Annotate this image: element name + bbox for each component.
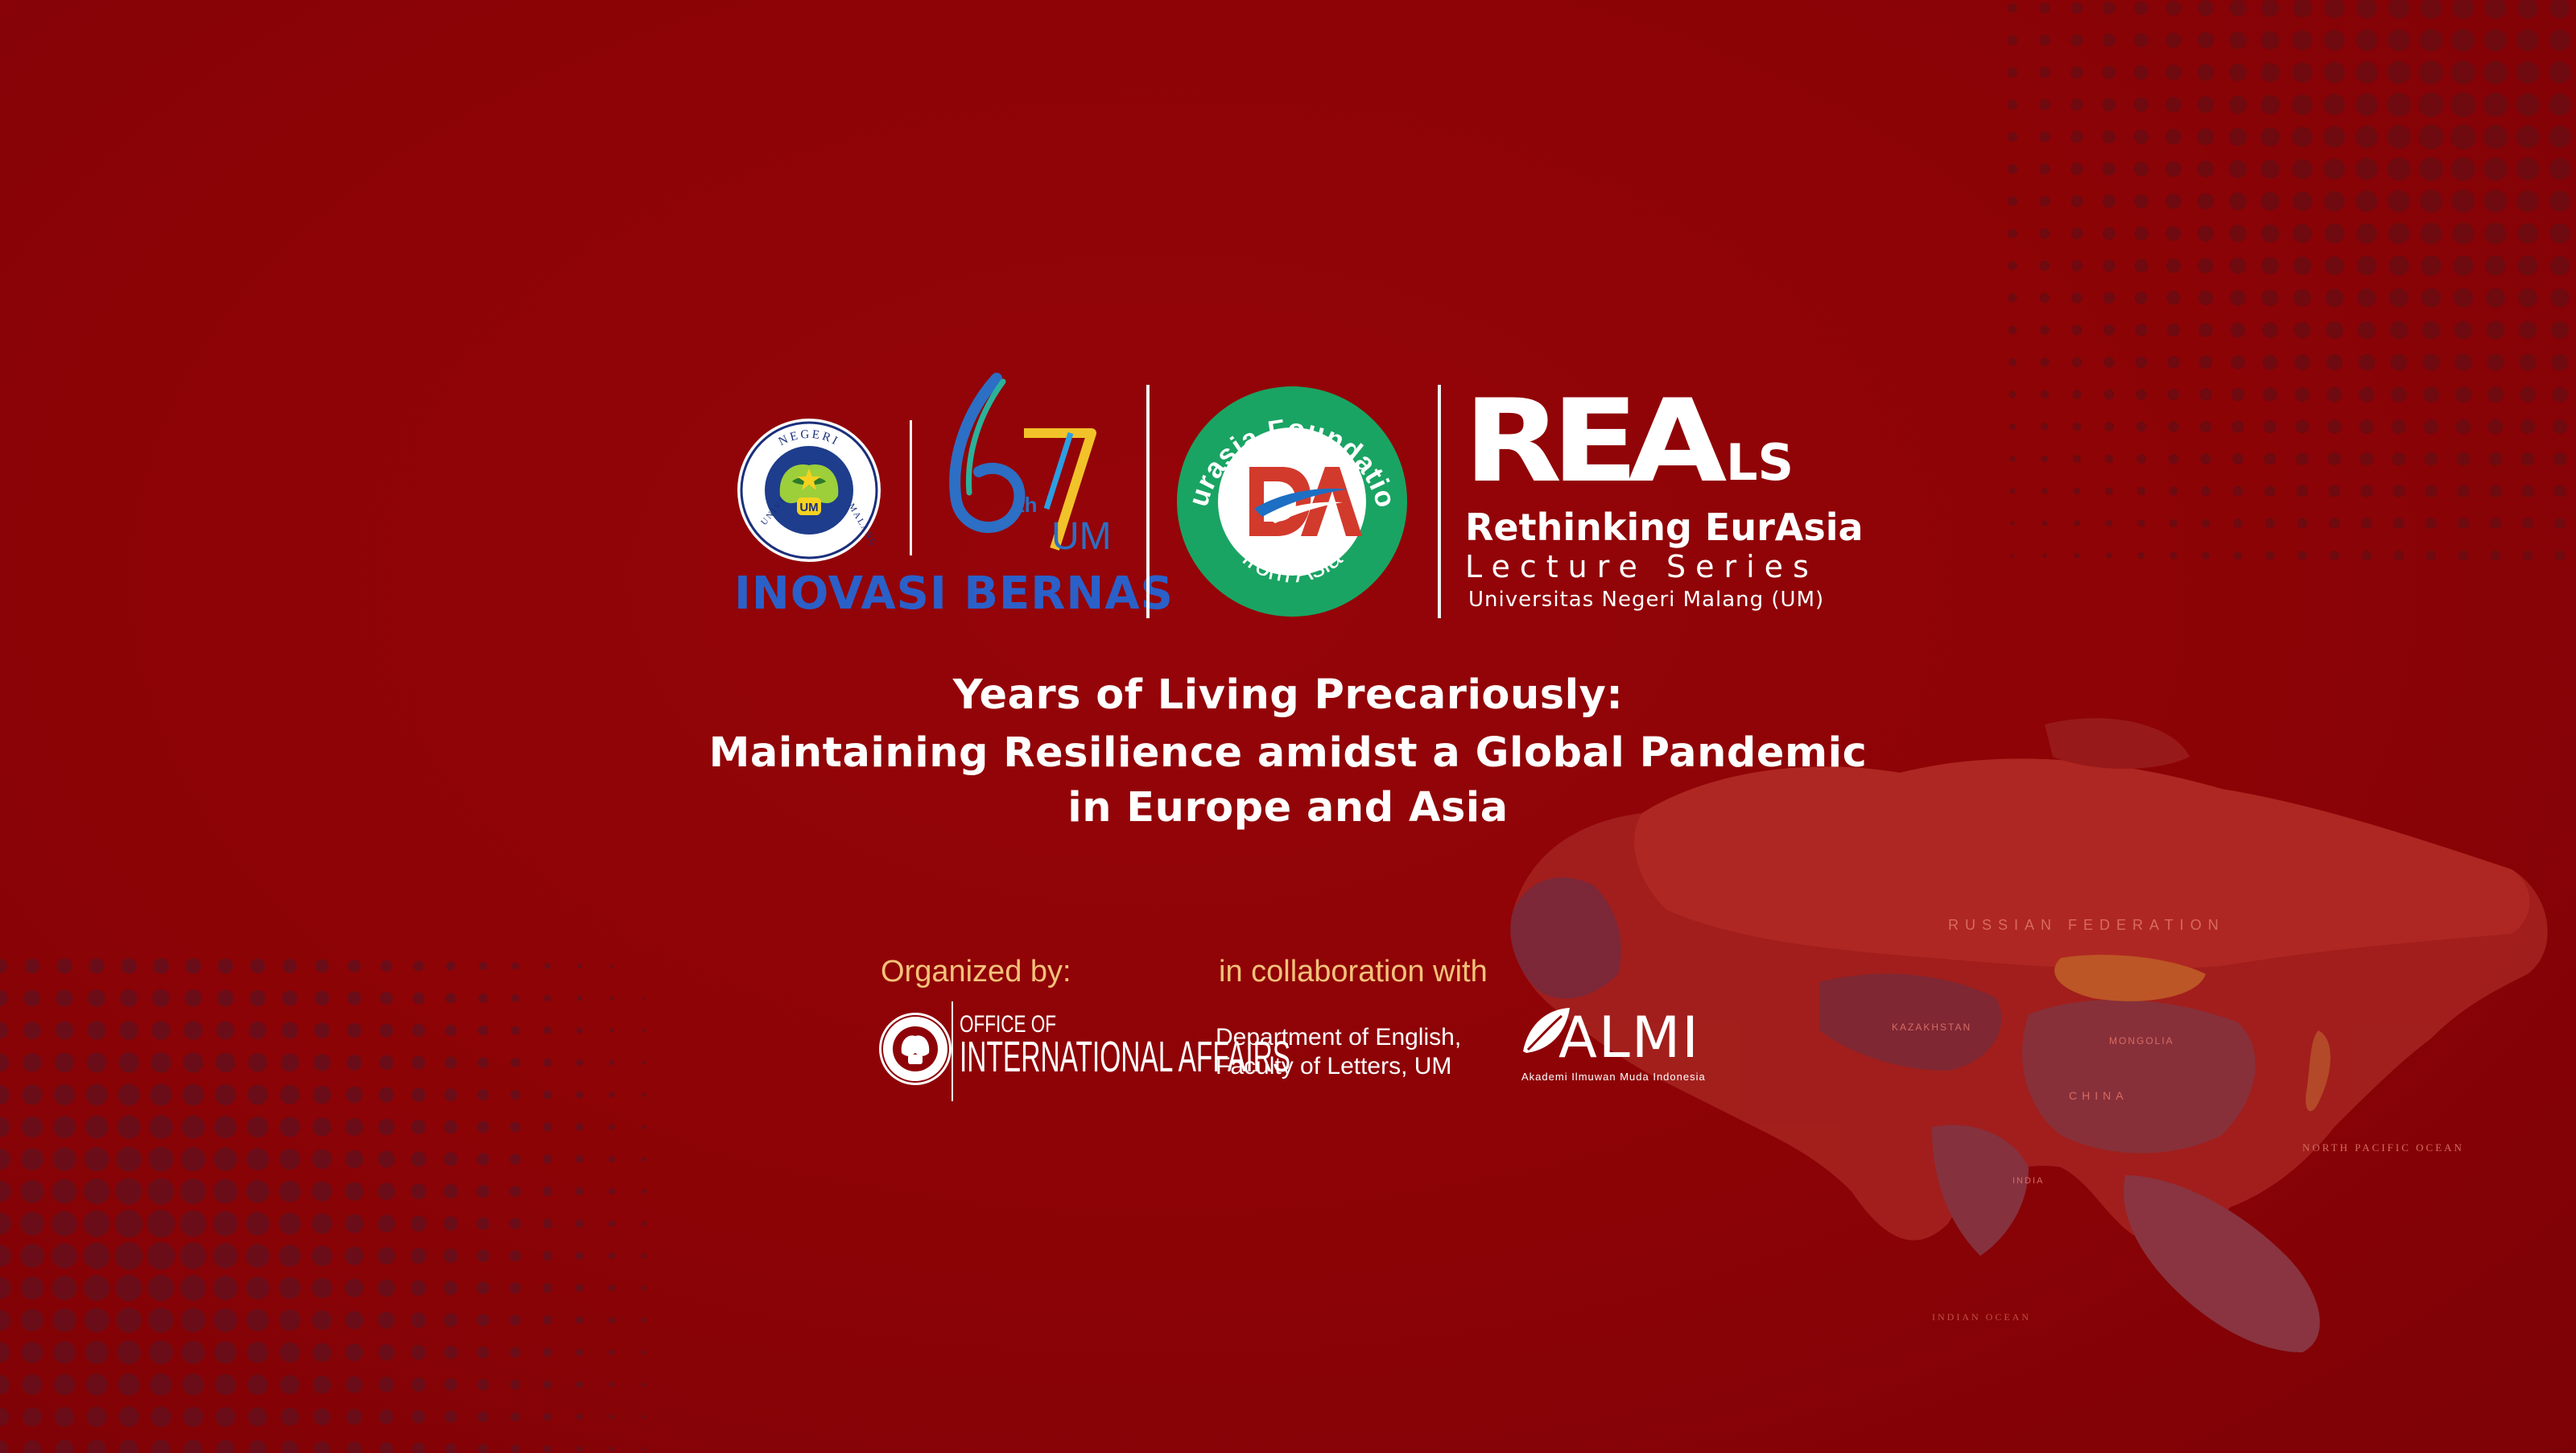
dept-line2: Faculty of Letters, UM bbox=[1216, 1053, 1452, 1079]
title-line-1: Years of Living Precariously: bbox=[952, 671, 1624, 719]
map-label-india: INDIA bbox=[2013, 1176, 2044, 1186]
map-label-mongolia: MONGOLIA bbox=[2109, 1035, 2174, 1046]
eurasia-map: RUSSIAN FEDERATION KAZAKHSTAN MONGOLIA C… bbox=[1510, 718, 2548, 1352]
reals-logo: REA LS Rethinking EurAsia Lecture Series… bbox=[1463, 375, 1864, 621]
map-label-pacific: NORTH PACIFIC OCEAN bbox=[2302, 1141, 2464, 1154]
reals-line2: Lecture Series bbox=[1465, 549, 1818, 584]
map-label-indian-ocean: INDIAN OCEAN bbox=[1932, 1311, 2031, 1323]
inovasi-bernas-text: INOVASI BERNAS bbox=[734, 568, 1174, 620]
um-seal-logo: NEGERI UNIVERSITAS MALANG UM bbox=[737, 419, 881, 562]
anniversary-67-logo: th UM bbox=[949, 373, 1112, 557]
dept-line1: Department of English, bbox=[1216, 1024, 1462, 1051]
map-label-kazakhstan: KAZAKHSTAN bbox=[1892, 1022, 1971, 1033]
reals-line3: Universitas Negeri Malang (UM) bbox=[1468, 588, 1825, 612]
map-label-russia: RUSSIAN FEDERATION bbox=[1948, 917, 2225, 933]
eurasia-foundation-logo: Eurasia Foundation from Asia bbox=[1175, 385, 1407, 617]
collaboration-label: in collaboration with bbox=[1219, 955, 1488, 989]
separator-3 bbox=[1438, 385, 1441, 618]
separator-2 bbox=[1146, 385, 1150, 618]
almi-wordmark: ALMI bbox=[1558, 1005, 1700, 1071]
reals-line1: Rethinking EurAsia bbox=[1465, 506, 1864, 549]
seal-center-um: UM bbox=[799, 501, 818, 514]
anniversary-suffix: th bbox=[1018, 493, 1038, 517]
title-line-2: Maintaining Resilience amidst a Global P… bbox=[708, 729, 1868, 777]
organized-by-label: Organized by: bbox=[881, 955, 1071, 989]
poster-canvas: RUSSIAN FEDERATION KAZAKHSTAN MONGOLIA C… bbox=[0, 0, 2576, 1453]
oia-separator bbox=[952, 1001, 953, 1101]
map-label-china: CHINA bbox=[2069, 1089, 2128, 1102]
anniversary-um: UM bbox=[1051, 515, 1112, 557]
separator-1 bbox=[910, 420, 912, 555]
reals-small: LS bbox=[1726, 433, 1794, 492]
map-china bbox=[2022, 999, 2256, 1154]
oia-seal-icon bbox=[879, 1013, 952, 1085]
almi-subtitle: Akademi Ilmuwan Muda Indonesia bbox=[1521, 1071, 1706, 1083]
title-line-3: in Europe and Asia bbox=[1067, 784, 1509, 832]
reals-wordmark: REA bbox=[1463, 375, 1727, 508]
